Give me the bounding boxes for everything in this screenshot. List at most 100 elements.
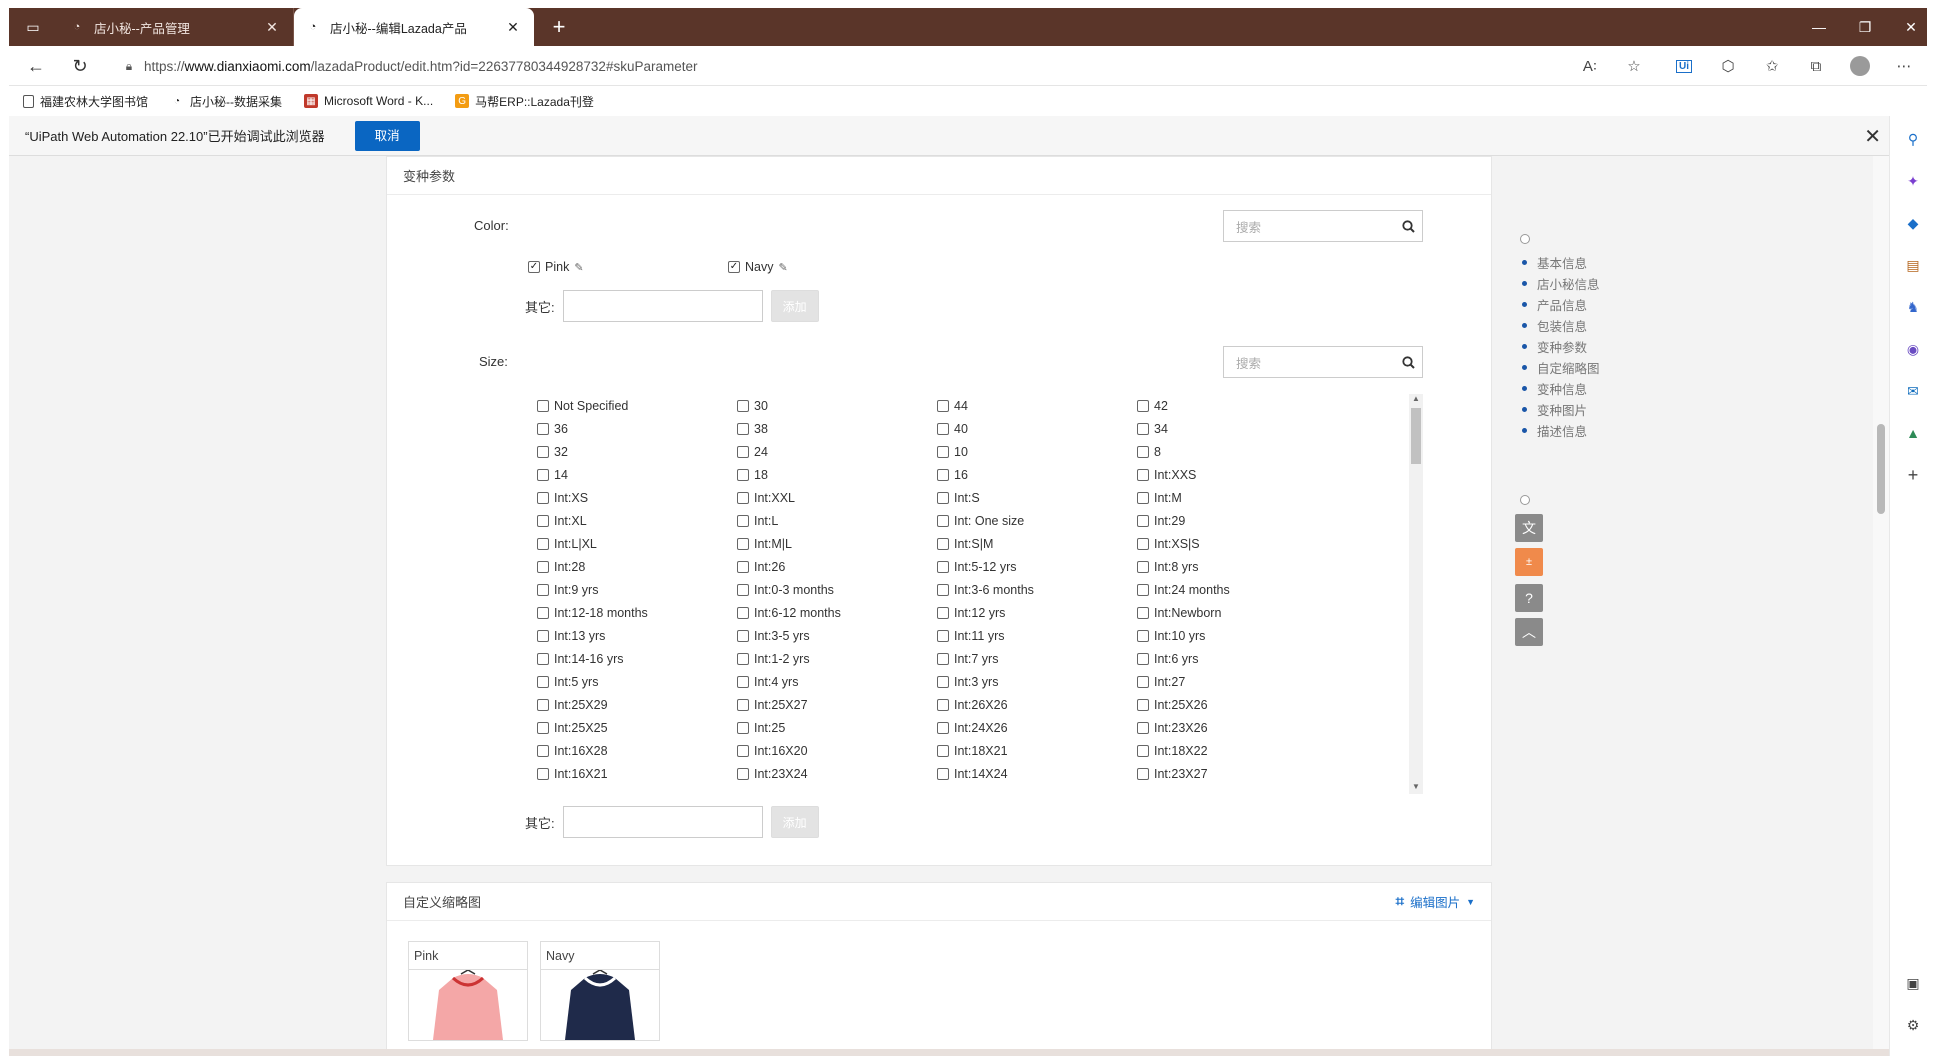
size-option[interactable]: 42 xyxy=(1137,394,1337,417)
size-option[interactable]: 44 xyxy=(937,394,1137,417)
edit-pencil-icon[interactable]: ✎ xyxy=(574,261,583,274)
size-option[interactable]: Int:L|XL xyxy=(537,532,737,555)
size-option[interactable]: Int:24 months xyxy=(1137,578,1337,601)
tree-icon[interactable]: ▲ xyxy=(1902,422,1924,444)
thumbnail-item-navy[interactable]: Navy xyxy=(540,941,660,1041)
size-option[interactable]: Int:11 yrs xyxy=(937,624,1137,647)
checkbox[interactable] xyxy=(737,698,749,711)
checkbox[interactable] xyxy=(1137,652,1149,665)
size-option[interactable]: Int:14X24 xyxy=(937,762,1137,785)
checkbox[interactable] xyxy=(1137,537,1149,550)
anchor-nav-item[interactable]: 包装信息 xyxy=(1522,316,1587,335)
checkbox[interactable] xyxy=(737,422,749,435)
cancel-debug-button[interactable]: 取消 xyxy=(354,120,420,151)
checkbox[interactable] xyxy=(1137,445,1149,458)
checkbox[interactable] xyxy=(737,468,749,481)
size-option[interactable]: 14 xyxy=(537,463,737,486)
size-option[interactable]: Int:XS|S xyxy=(1137,532,1337,555)
checkbox[interactable] xyxy=(937,606,949,619)
checkbox[interactable] xyxy=(937,468,949,481)
checkbox[interactable] xyxy=(737,514,749,527)
checkbox[interactable] xyxy=(537,445,549,458)
checkbox[interactable] xyxy=(937,399,949,412)
checkbox[interactable] xyxy=(1137,721,1149,734)
checkbox[interactable] xyxy=(1137,675,1149,688)
checkbox[interactable] xyxy=(737,445,749,458)
checkbox[interactable] xyxy=(937,422,949,435)
size-option[interactable]: Int:1-2 yrs xyxy=(737,647,937,670)
extensions-icon[interactable]: ⬡ xyxy=(1709,46,1747,86)
checkbox[interactable] xyxy=(937,537,949,550)
checkbox[interactable] xyxy=(537,422,549,435)
checkbox[interactable] xyxy=(737,560,749,573)
size-option[interactable]: Int:12 yrs xyxy=(937,601,1137,624)
checkbox[interactable] xyxy=(537,721,549,734)
bookmark-mabang-erp[interactable]: G 马帮ERP::Lazada刊登 xyxy=(455,93,594,110)
checkbox[interactable] xyxy=(937,698,949,711)
checkbox[interactable] xyxy=(537,698,549,711)
more-menu-icon[interactable]: ⋯ xyxy=(1885,46,1923,86)
size-option[interactable]: Int:25X27 xyxy=(737,693,937,716)
copilot-icon[interactable]: ✦ xyxy=(1902,170,1924,192)
size-option[interactable]: Int:0-3 months xyxy=(737,578,937,601)
favorites-icon[interactable]: ✩ xyxy=(1753,46,1791,86)
checkbox[interactable] xyxy=(937,721,949,734)
size-option[interactable]: Int:13 yrs xyxy=(537,624,737,647)
size-option[interactable]: Int:6-12 months xyxy=(737,601,937,624)
size-option[interactable]: Not Specified xyxy=(537,394,737,417)
checkbox-checked[interactable]: ✓ xyxy=(728,261,740,273)
edit-image-dropdown[interactable]: ⌗ 编辑图片 ▼ xyxy=(1396,892,1475,911)
minimize-button[interactable]: — xyxy=(1796,8,1842,46)
color-search-input[interactable]: 搜索 xyxy=(1223,210,1423,242)
checkbox[interactable] xyxy=(537,675,549,688)
back-button[interactable]: ← xyxy=(17,46,55,86)
checkbox[interactable] xyxy=(937,744,949,757)
size-option[interactable]: 8 xyxy=(1137,440,1337,463)
size-option[interactable]: Int:14-16 yrs xyxy=(537,647,737,670)
checkbox[interactable] xyxy=(737,767,749,780)
size-search-input[interactable]: 搜索 xyxy=(1223,346,1423,378)
size-option[interactable]: 24 xyxy=(737,440,937,463)
url-field[interactable]: 🔒︎ https://www.dianxiaomi.com/lazadaProd… xyxy=(114,50,1654,82)
size-add-button[interactable]: 添加 xyxy=(770,806,819,838)
checkbox[interactable] xyxy=(737,399,749,412)
checkbox[interactable] xyxy=(1137,468,1149,481)
settings-gear-icon[interactable]: ⚙ xyxy=(1902,1014,1924,1036)
checkbox[interactable] xyxy=(937,675,949,688)
size-option[interactable]: Int:10 yrs xyxy=(1137,624,1337,647)
search-icon[interactable] xyxy=(1394,219,1422,233)
checkbox[interactable] xyxy=(537,491,549,504)
checkbox[interactable] xyxy=(537,468,549,481)
size-option[interactable]: 40 xyxy=(937,417,1137,440)
checkbox[interactable] xyxy=(737,606,749,619)
anchor-nav-item[interactable]: 店小秘信息 xyxy=(1522,274,1600,293)
thumbnail-item-pink[interactable]: Pink xyxy=(408,941,528,1041)
size-option[interactable]: 10 xyxy=(937,440,1137,463)
refresh-button[interactable]: ↻ xyxy=(61,46,99,86)
size-option[interactable]: Int:8 yrs xyxy=(1137,555,1337,578)
checkbox[interactable] xyxy=(1137,422,1149,435)
page-scroll-thumb[interactable] xyxy=(1877,424,1885,514)
checkbox[interactable] xyxy=(937,767,949,780)
size-option[interactable]: Int:L xyxy=(737,509,937,532)
size-option[interactable]: 38 xyxy=(737,417,937,440)
restore-button[interactable]: ❐ xyxy=(1842,8,1888,46)
checkbox[interactable] xyxy=(537,560,549,573)
checkbox[interactable] xyxy=(537,537,549,550)
search-icon[interactable] xyxy=(1394,355,1422,369)
new-tab-button[interactable]: + xyxy=(540,8,578,46)
checkbox[interactable] xyxy=(537,744,549,757)
size-option[interactable]: Int:18X21 xyxy=(937,739,1137,762)
checkbox[interactable] xyxy=(537,583,549,596)
color-add-button[interactable]: 添加 xyxy=(770,290,819,322)
size-option[interactable]: Int:XS xyxy=(537,486,737,509)
size-option[interactable]: 18 xyxy=(737,463,937,486)
tab-product-management[interactable]: ◔ 店小秘--产品管理 ✕ xyxy=(58,8,294,46)
checkbox[interactable] xyxy=(737,744,749,757)
sidebar-panel-icon[interactable]: ▣ xyxy=(1902,972,1924,994)
size-option[interactable]: Int:26X26 xyxy=(937,693,1137,716)
size-option[interactable]: Int:M|L xyxy=(737,532,937,555)
size-option[interactable]: Int:XL xyxy=(537,509,737,532)
checkbox[interactable] xyxy=(537,399,549,412)
favorite-star-icon[interactable]: ☆ xyxy=(1615,46,1653,86)
